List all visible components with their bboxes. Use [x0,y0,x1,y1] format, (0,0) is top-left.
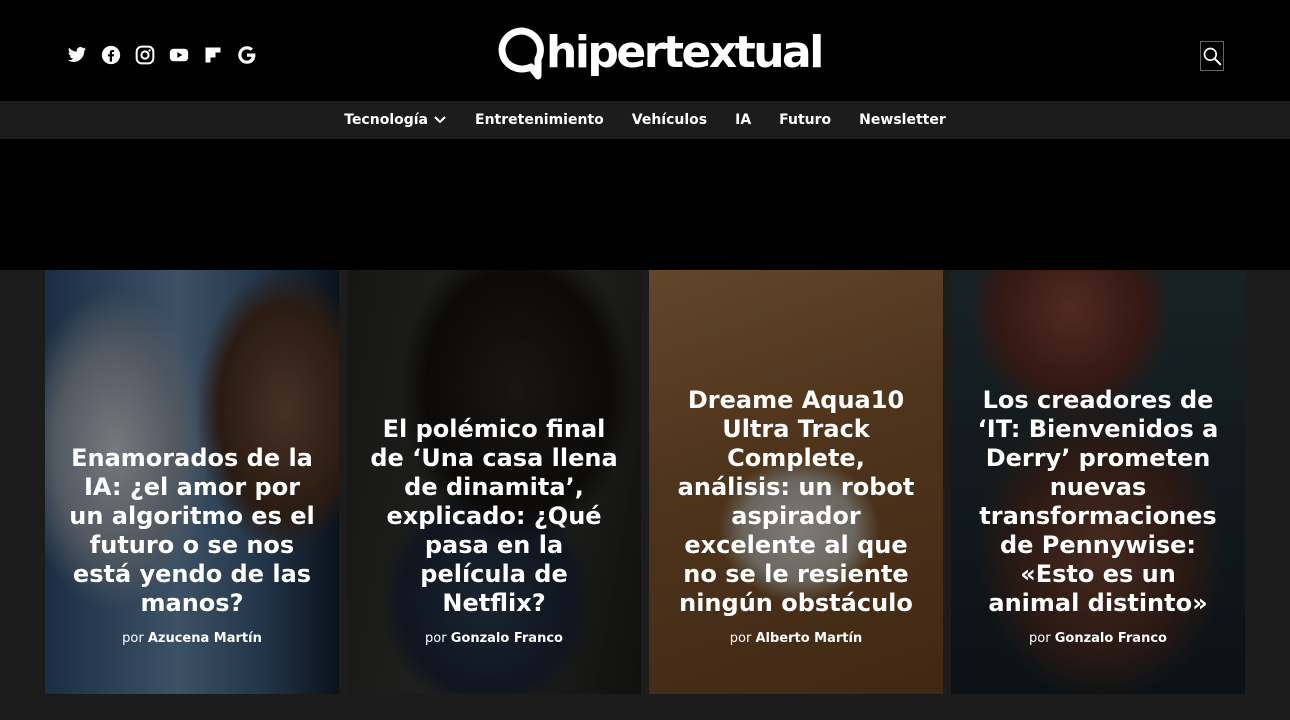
nav-item-entretenimiento[interactable]: Entretenimiento [461,112,618,128]
logo-text: hipertextual [546,27,824,78]
logo-mark-icon [498,27,544,80]
main-navigation: Tecnología Entretenimiento Vehículos IA … [0,101,1290,139]
nav-item-label: Newsletter [859,112,946,128]
nav-item-label: Futuro [779,112,832,128]
instagram-icon[interactable] [134,44,156,66]
nav-item-ia[interactable]: IA [721,112,765,128]
page-bottom [0,694,1290,720]
nav-item-newsletter[interactable]: Newsletter [845,112,960,128]
youtube-icon[interactable] [168,44,190,66]
article-card[interactable]: Enamorados de la IA: ¿el amor por un alg… [45,270,339,694]
article-byline: por Gonzalo Franco [425,631,563,646]
chevron-down-icon [434,116,446,124]
featured-articles: Enamorados de la IA: ¿el amor por un alg… [45,270,1245,694]
article-card[interactable]: Los creadores de ‘IT: Bienvenidos a Derr… [951,270,1245,694]
article-title[interactable]: Dreame Aqua10 Ultra Track Complete, anál… [671,386,921,618]
nav-item-label: Entretenimiento [475,112,604,128]
google-news-icon[interactable] [236,44,258,66]
twitter-icon[interactable] [66,44,88,66]
flipboard-icon[interactable] [202,44,224,66]
article-card[interactable]: Dreame Aqua10 Ultra Track Complete, anál… [649,270,943,694]
nav-item-tecnologia[interactable]: Tecnología [330,112,461,128]
hero-spacer [0,139,1290,270]
article-title[interactable]: Los creadores de ‘IT: Bienvenidos a Derr… [973,386,1223,618]
site-logo[interactable]: hipertextual [494,26,824,80]
nav-item-label: Vehículos [631,112,708,128]
nav-item-vehiculos[interactable]: Vehículos [618,112,721,128]
search-button[interactable] [1200,41,1224,71]
search-icon [1203,47,1222,66]
article-title[interactable]: El polémico final de ‘Una casa llena de … [369,415,619,618]
article-byline: por Azucena Martín [122,631,262,646]
article-card[interactable]: El polémico final de ‘Una casa llena de … [347,270,641,694]
social-links [66,44,258,66]
article-byline: por Alberto Martín [729,631,863,646]
article-author[interactable]: Gonzalo Franco [451,631,563,646]
article-author[interactable]: Azucena Martín [148,631,262,646]
facebook-icon[interactable] [100,44,122,66]
nav-item-label: Tecnología [344,112,429,128]
article-author[interactable]: Alberto Martín [755,631,862,646]
article-title[interactable]: Enamorados de la IA: ¿el amor por un alg… [67,444,317,618]
nav-item-label: IA [735,112,752,128]
article-byline: por Gonzalo Franco [1029,631,1167,646]
site-header: hipertextual [0,0,1290,101]
nav-item-futuro[interactable]: Futuro [765,112,845,128]
article-author[interactable]: Gonzalo Franco [1055,631,1167,646]
